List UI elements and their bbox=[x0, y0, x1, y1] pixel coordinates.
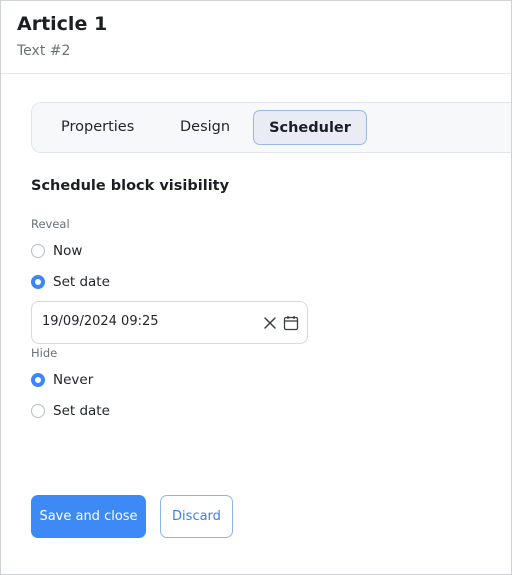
calendar-icon[interactable] bbox=[283, 315, 299, 331]
scheduler-panel: Article 1 Text #2 Properties Design Sche… bbox=[0, 0, 512, 575]
hide-label: Hide bbox=[31, 346, 58, 360]
hide-set-date-option[interactable]: Set date bbox=[31, 401, 110, 421]
close-icon[interactable] bbox=[262, 315, 278, 331]
hide-never-label: Never bbox=[53, 372, 94, 388]
reveal-now-label: Now bbox=[53, 243, 83, 259]
reveal-date-field[interactable] bbox=[31, 301, 308, 344]
hide-set-date-label: Set date bbox=[53, 403, 110, 419]
tab-scheduler[interactable]: Scheduler bbox=[253, 110, 367, 145]
tab-design[interactable]: Design bbox=[180, 103, 230, 152]
reveal-set-date-option[interactable]: Set date bbox=[31, 272, 110, 292]
discard-button[interactable]: Discard bbox=[160, 495, 233, 538]
tab-bar: Properties Design Scheduler bbox=[31, 102, 511, 153]
reveal-date-input[interactable] bbox=[42, 314, 242, 329]
hide-never-radio[interactable] bbox=[31, 373, 45, 387]
save-and-close-button[interactable]: Save and close bbox=[31, 495, 146, 538]
section-title: Schedule block visibility bbox=[31, 178, 230, 194]
page-subtitle: Text #2 bbox=[17, 43, 71, 59]
panel-header: Article 1 Text #2 bbox=[1, 1, 511, 74]
reveal-label: Reveal bbox=[31, 217, 70, 231]
tab-properties[interactable]: Properties bbox=[61, 103, 134, 152]
reveal-now-option[interactable]: Now bbox=[31, 241, 82, 261]
hide-never-option[interactable]: Never bbox=[31, 370, 93, 390]
page-title: Article 1 bbox=[17, 13, 108, 35]
reveal-set-date-label: Set date bbox=[53, 274, 110, 290]
reveal-now-radio[interactable] bbox=[31, 244, 45, 258]
hide-set-date-radio[interactable] bbox=[31, 404, 45, 418]
reveal-set-date-radio[interactable] bbox=[31, 275, 45, 289]
